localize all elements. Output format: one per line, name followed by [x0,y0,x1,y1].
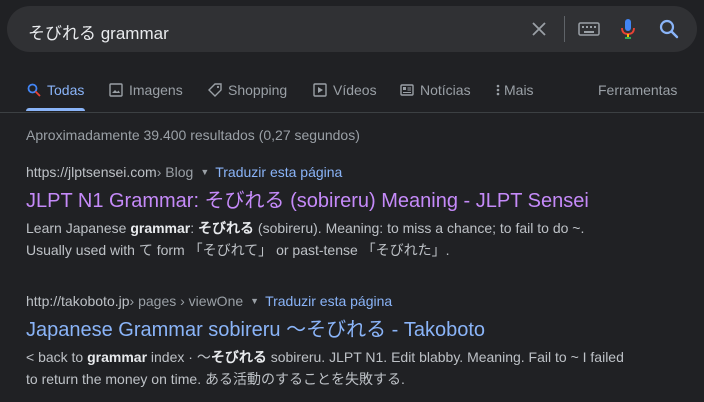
tag-icon [207,82,223,98]
more-vert-icon [494,82,502,98]
dropdown-triangle-icon[interactable]: ▼ [200,167,209,177]
result-title-link[interactable]: Japanese Grammar sobireru 〜そびれる - Takobo… [26,317,696,343]
search-bar: そびれる grammar [7,6,697,52]
result-site[interactable]: http://takoboto.jp [26,293,130,309]
result-snippet: Learn Japanese grammar: そびれる (sobireru).… [26,217,696,261]
result-breadcrumb: https://jlptsensei.com › Blog ▼ Traduzir… [26,162,696,182]
keyboard-icon[interactable] [578,18,600,40]
translate-link[interactable]: Traduzir esta página [265,293,392,309]
tab-videos[interactable]: Vídeos [312,82,377,98]
translate-link[interactable]: Traduzir esta página [215,164,342,180]
snippet-line: to return the money on time. ある活動のすることを失… [26,371,405,387]
search-result: http://takoboto.jp › pages › viewOne ▼ T… [26,291,696,390]
snippet-line: Learn Japanese grammar: そびれる (sobireru).… [26,220,585,236]
tabs-divider [0,112,704,113]
search-icon [26,82,42,98]
tab-todas[interactable]: Todas [26,82,84,98]
search-icon[interactable] [658,18,680,40]
snippet-line: < back to grammar index · 〜そびれる sobireru… [26,349,624,365]
result-stats: Aproximadamente 39.400 resultados (0,27 … [26,127,360,143]
search-tabs: Todas Imagens Shopping Vídeos Notícias M… [0,74,704,114]
play-icon [312,82,328,98]
news-icon [399,82,415,98]
snippet-line: Usually used with て form 「そびれて」 or past-… [26,242,450,258]
tab-label: Shopping [228,82,288,98]
active-tab-indicator [26,108,85,111]
dropdown-triangle-icon[interactable]: ▼ [250,296,259,306]
clear-icon[interactable] [528,18,550,40]
tab-label: Todas [47,82,85,98]
tools-button[interactable]: Ferramentas [598,82,677,98]
tools-label: Ferramentas [598,82,678,98]
result-path: › Blog [156,164,194,180]
search-divider [564,16,565,42]
result-title-link[interactable]: JLPT N1 Grammar: そびれる (sobireru) Meaning… [26,188,696,214]
result-snippet: < back to grammar index · 〜そびれる sobireru… [26,346,696,390]
result-site[interactable]: https://jlptsensei.com [26,164,157,180]
tab-label: Imagens [129,82,183,98]
tab-shopping[interactable]: Shopping [207,82,287,98]
result-path: › pages › viewOne [129,293,244,309]
tab-label: Vídeos [333,82,377,98]
tab-label: Notícias [420,82,471,98]
tab-imagens[interactable]: Imagens [108,82,183,98]
image-icon [108,82,124,98]
search-result: https://jlptsensei.com › Blog ▼ Traduzir… [26,162,696,261]
tab-noticias[interactable]: Notícias [399,82,471,98]
microphone-icon[interactable] [617,18,639,40]
tab-mais[interactable]: Mais [494,82,534,98]
tab-label: Mais [504,82,534,98]
search-input[interactable]: そびれる grammar [28,19,169,44]
result-breadcrumb: http://takoboto.jp › pages › viewOne ▼ T… [26,291,696,311]
